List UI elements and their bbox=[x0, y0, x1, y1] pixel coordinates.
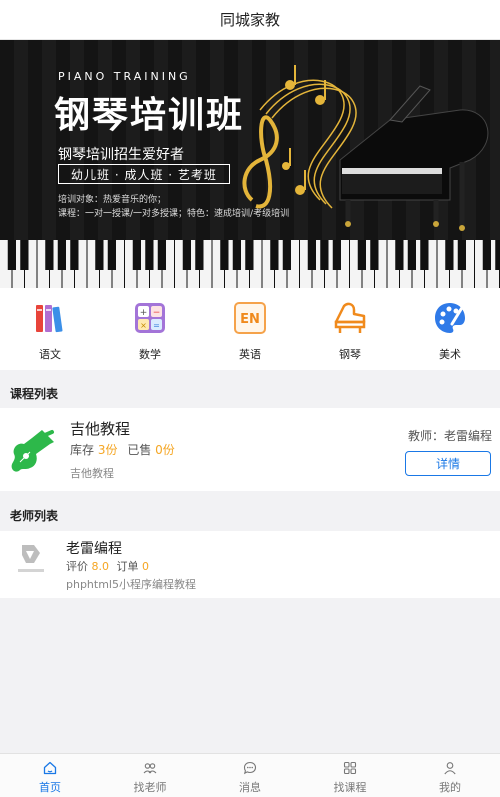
svg-text:×: × bbox=[140, 321, 147, 330]
category-label: 钢琴 bbox=[339, 348, 361, 361]
tab-find-course[interactable]: 找课程 bbox=[300, 754, 400, 797]
piano-keys bbox=[0, 240, 500, 288]
category-chinese[interactable]: 语文 bbox=[0, 288, 100, 370]
sold-label: 已售 bbox=[127, 443, 152, 457]
black-key bbox=[220, 240, 229, 270]
black-key bbox=[20, 240, 29, 270]
palette-icon bbox=[435, 303, 465, 333]
black-key bbox=[195, 240, 204, 270]
tab-label: 找课程 bbox=[333, 781, 367, 794]
home-icon bbox=[43, 761, 57, 775]
black-key bbox=[445, 240, 454, 270]
rating-value: 8.0 bbox=[91, 560, 110, 573]
black-key bbox=[332, 240, 341, 270]
black-key bbox=[145, 240, 154, 270]
user-icon bbox=[444, 762, 456, 775]
tab-messages[interactable]: 消息 bbox=[200, 754, 300, 797]
course-teacher: 教师：老雷编程 bbox=[407, 429, 492, 443]
tab-bar: 首页 找老师 消息 找课程 我的 bbox=[0, 753, 500, 797]
svg-text:−: − bbox=[153, 308, 161, 318]
course-stats: 库存 3份 已售 0份 bbox=[70, 441, 175, 458]
banner-title: 钢琴培训班 bbox=[54, 94, 245, 136]
rating-label: 评价 bbox=[66, 560, 88, 573]
category-art[interactable]: 美术 bbox=[400, 288, 500, 370]
avatar bbox=[14, 541, 48, 577]
grand-piano-illustration bbox=[242, 65, 489, 231]
nav-bar: 同城家教 bbox=[0, 0, 500, 40]
banner-english-title: PIANO TRAINING bbox=[58, 70, 191, 83]
black-key bbox=[357, 240, 366, 270]
tab-label: 我的 bbox=[439, 781, 461, 794]
black-key bbox=[320, 240, 329, 270]
black-key bbox=[482, 240, 491, 270]
black-key bbox=[307, 240, 316, 270]
teacher-stats: 评价 8.0 订单 0 bbox=[66, 558, 149, 574]
category-label: 英语 bbox=[239, 348, 261, 361]
black-key bbox=[232, 240, 241, 270]
category-label: 美术 bbox=[439, 348, 461, 361]
stock-value: 3份 bbox=[97, 443, 118, 457]
page-title: 同城家教 bbox=[219, 11, 280, 29]
guitar-icon bbox=[11, 430, 54, 472]
black-key bbox=[107, 240, 116, 270]
tab-profile[interactable]: 我的 bbox=[400, 754, 500, 797]
black-key bbox=[57, 240, 66, 270]
black-key bbox=[270, 240, 279, 270]
black-key bbox=[457, 240, 466, 270]
course-section-title: 课程列表 bbox=[10, 387, 59, 401]
grid-icon bbox=[343, 761, 357, 775]
tab-label: 找老师 bbox=[133, 781, 167, 794]
black-key bbox=[407, 240, 416, 270]
category-english[interactable]: EN 英语 bbox=[200, 288, 300, 370]
stock-label: 库存 bbox=[70, 443, 95, 457]
sold-value: 0份 bbox=[155, 443, 175, 457]
category-math[interactable]: + − × = 数学 bbox=[100, 288, 200, 370]
black-key bbox=[245, 240, 254, 270]
message-icon bbox=[243, 761, 257, 775]
svg-text:+: + bbox=[140, 308, 148, 318]
course-card[interactable]: 吉他教程 库存 3份 已售 0份 吉他教程 教师：老雷编程 详情 bbox=[0, 408, 500, 491]
teacher-description: phphtml5小程序编程教程 bbox=[66, 578, 196, 591]
tab-label: 首页 bbox=[39, 781, 61, 794]
banner[interactable]: PIANO TRAINING 钢琴培训班 钢琴培训招生爱好者 幼儿班 · 成人班… bbox=[0, 40, 500, 288]
category-piano[interactable]: 钢琴 bbox=[300, 288, 400, 370]
piano-icon bbox=[334, 302, 366, 333]
orders-value: 0 bbox=[142, 560, 149, 573]
teacher-section-title: 老师列表 bbox=[10, 509, 59, 523]
teacher-card[interactable]: 老雷编程 评价 8.0 订单 0 phphtml5小程序编程教程 bbox=[0, 531, 500, 598]
category-row: 语文 + − × = 数学 EN 英语 钢琴 美术 bbox=[0, 288, 500, 370]
category-label: 数学 bbox=[139, 348, 161, 361]
course-description: 吉他教程 bbox=[70, 467, 114, 480]
teachers-icon bbox=[143, 763, 157, 774]
tab-home[interactable]: 首页 bbox=[0, 754, 100, 797]
black-key bbox=[70, 240, 79, 270]
teacher-name: 老雷编程 bbox=[66, 541, 122, 557]
black-key bbox=[182, 240, 191, 270]
svg-text:=: = bbox=[153, 321, 160, 330]
course-name: 吉他教程 bbox=[70, 420, 131, 438]
en-icon: EN bbox=[234, 302, 266, 334]
tab-label: 消息 bbox=[239, 781, 261, 794]
black-key bbox=[157, 240, 166, 270]
black-key bbox=[282, 240, 291, 270]
black-key bbox=[7, 240, 16, 270]
black-key bbox=[95, 240, 104, 270]
course-detail-button[interactable]: 详情 bbox=[405, 451, 491, 476]
black-key bbox=[420, 240, 429, 270]
svg-text:EN: EN bbox=[240, 312, 260, 327]
banner-line-1: 培训对象：热爱音乐的你； bbox=[58, 195, 167, 205]
orders-label: 订单 bbox=[116, 560, 139, 573]
banner-tag: 幼儿班 · 成人班 · 艺考班 bbox=[58, 164, 230, 184]
black-key bbox=[45, 240, 54, 270]
calculator-icon: + − × = bbox=[135, 303, 165, 333]
black-key bbox=[395, 240, 404, 270]
tab-find-teacher[interactable]: 找老师 bbox=[100, 754, 200, 797]
black-key bbox=[370, 240, 379, 270]
category-label: 语文 bbox=[39, 348, 61, 361]
black-key bbox=[132, 240, 141, 270]
books-icon bbox=[36, 305, 63, 333]
black-key bbox=[495, 240, 500, 270]
banner-subtitle: 钢琴培训招生爱好者 bbox=[58, 147, 184, 163]
